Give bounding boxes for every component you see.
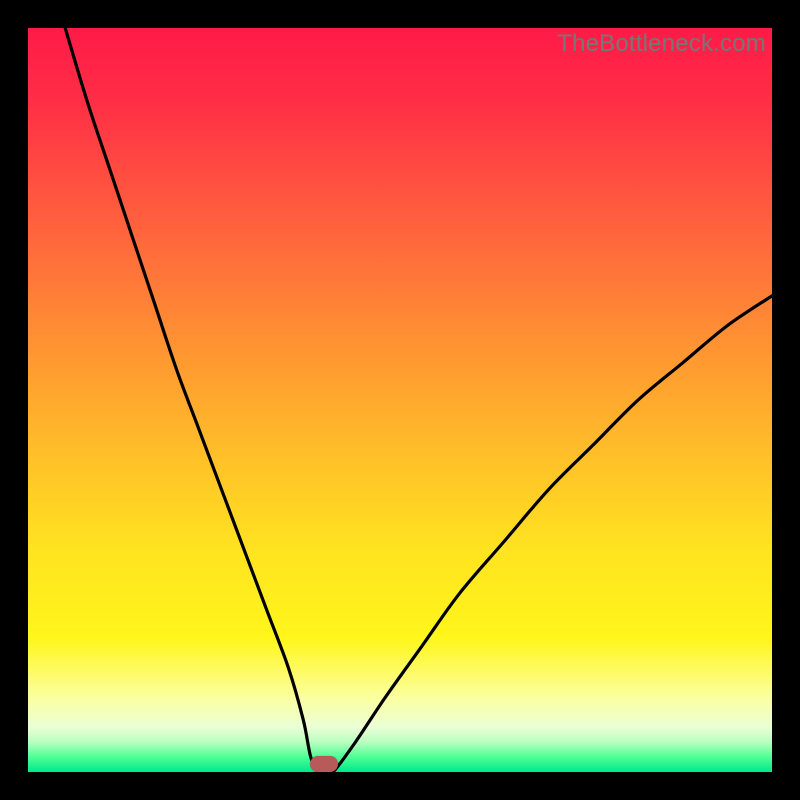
gradient-background — [28, 28, 772, 772]
plot-area — [28, 28, 772, 772]
optimal-marker — [310, 756, 338, 772]
watermark-text: TheBottleneck.com — [557, 30, 766, 58]
